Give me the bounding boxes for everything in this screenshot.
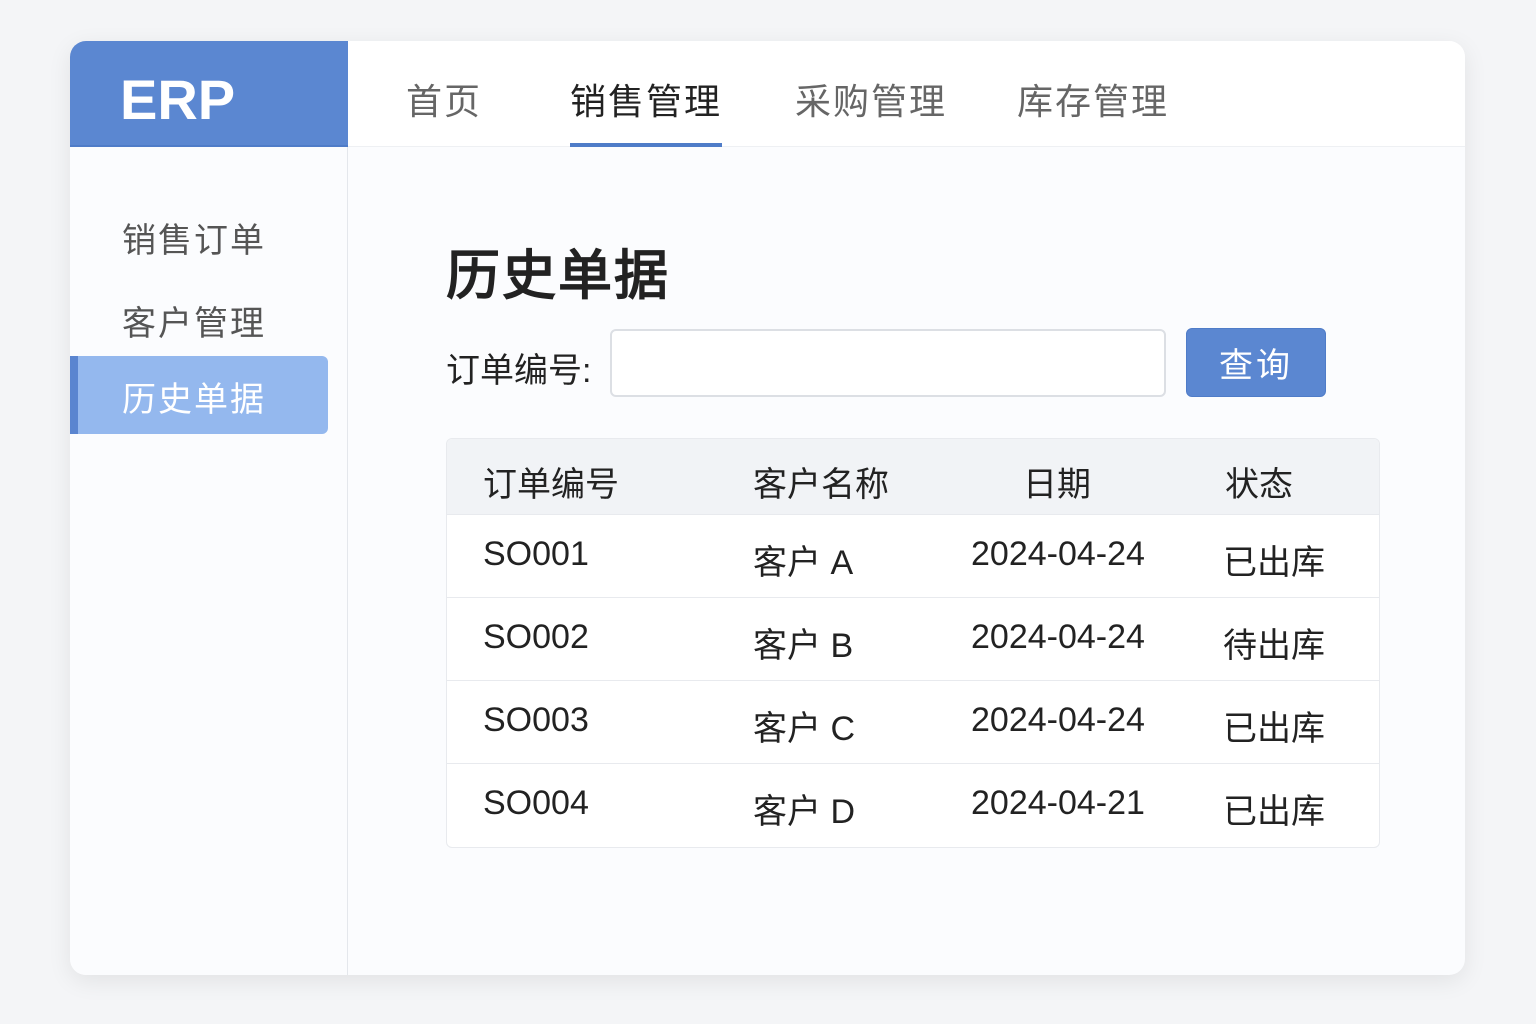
cell-customer: 客户 D [753,793,855,831]
table-row[interactable]: SO002 客户 B 2024-04-24 待出库 [447,598,1379,681]
cell-status: 已出库 [1223,710,1325,748]
cell-status: 已出库 [1223,544,1325,582]
order-number-label: 订单编号: [446,352,592,390]
order-number-input[interactable] [610,329,1166,397]
cell-order-number: SO004 [483,784,589,822]
cell-order-number: SO001 [483,535,589,573]
table-header: 订单编号 客户名称 日期 状态 [447,439,1379,515]
cell-order-number: SO003 [483,701,589,739]
cell-date: 2024-04-24 [971,535,1145,573]
sidebar-item-sales-orders[interactable]: 销售订单 [70,197,328,275]
header-status: 状态 [1225,466,1293,504]
top-nav: 首页 销售管理 采购管理 库存管理 [348,41,1465,147]
header-order-number: 订单编号 [483,466,619,504]
header-date: 日期 [1023,466,1091,504]
query-button[interactable]: 查询 [1186,328,1326,397]
sidebar-item-customers[interactable]: 客户管理 [70,280,328,358]
header-customer: 客户名称 [753,466,889,504]
app-window: ERP 首页 销售管理 采购管理 库存管理 销售订单 客户管理 历史单据 历史单… [70,41,1465,975]
cell-customer: 客户 C [753,710,855,748]
cell-status: 待出库 [1223,627,1325,665]
cell-date: 2024-04-24 [971,618,1145,656]
cell-date: 2024-04-24 [971,701,1145,739]
tab-home[interactable]: 首页 [406,73,482,125]
sidebar-item-history[interactable]: 历史单据 [70,356,328,434]
logo: ERP [70,41,348,147]
tab-purchase[interactable]: 采购管理 [795,73,947,125]
table-row[interactable]: SO003 客户 C 2024-04-24 已出库 [447,681,1379,764]
cell-customer: 客户 A [753,544,854,582]
sidebar: 销售订单 客户管理 历史单据 [70,147,348,975]
tab-sales[interactable]: 销售管理 [570,73,723,147]
cell-customer: 客户 B [753,627,854,665]
table-row[interactable]: SO004 客户 D 2024-04-21 已出库 [447,764,1379,847]
table-row[interactable]: SO001 客户 A 2024-04-24 已出库 [447,515,1379,598]
page-title: 历史单据 [446,246,670,306]
cell-status: 已出库 [1223,793,1325,831]
tab-inventory[interactable]: 库存管理 [1017,73,1169,125]
orders-table: 订单编号 客户名称 日期 状态 SO001 客户 A 2024-04-24 已出库 SO… [446,438,1380,848]
cell-date: 2024-04-21 [971,784,1145,822]
cell-order-number: SO002 [483,618,589,656]
